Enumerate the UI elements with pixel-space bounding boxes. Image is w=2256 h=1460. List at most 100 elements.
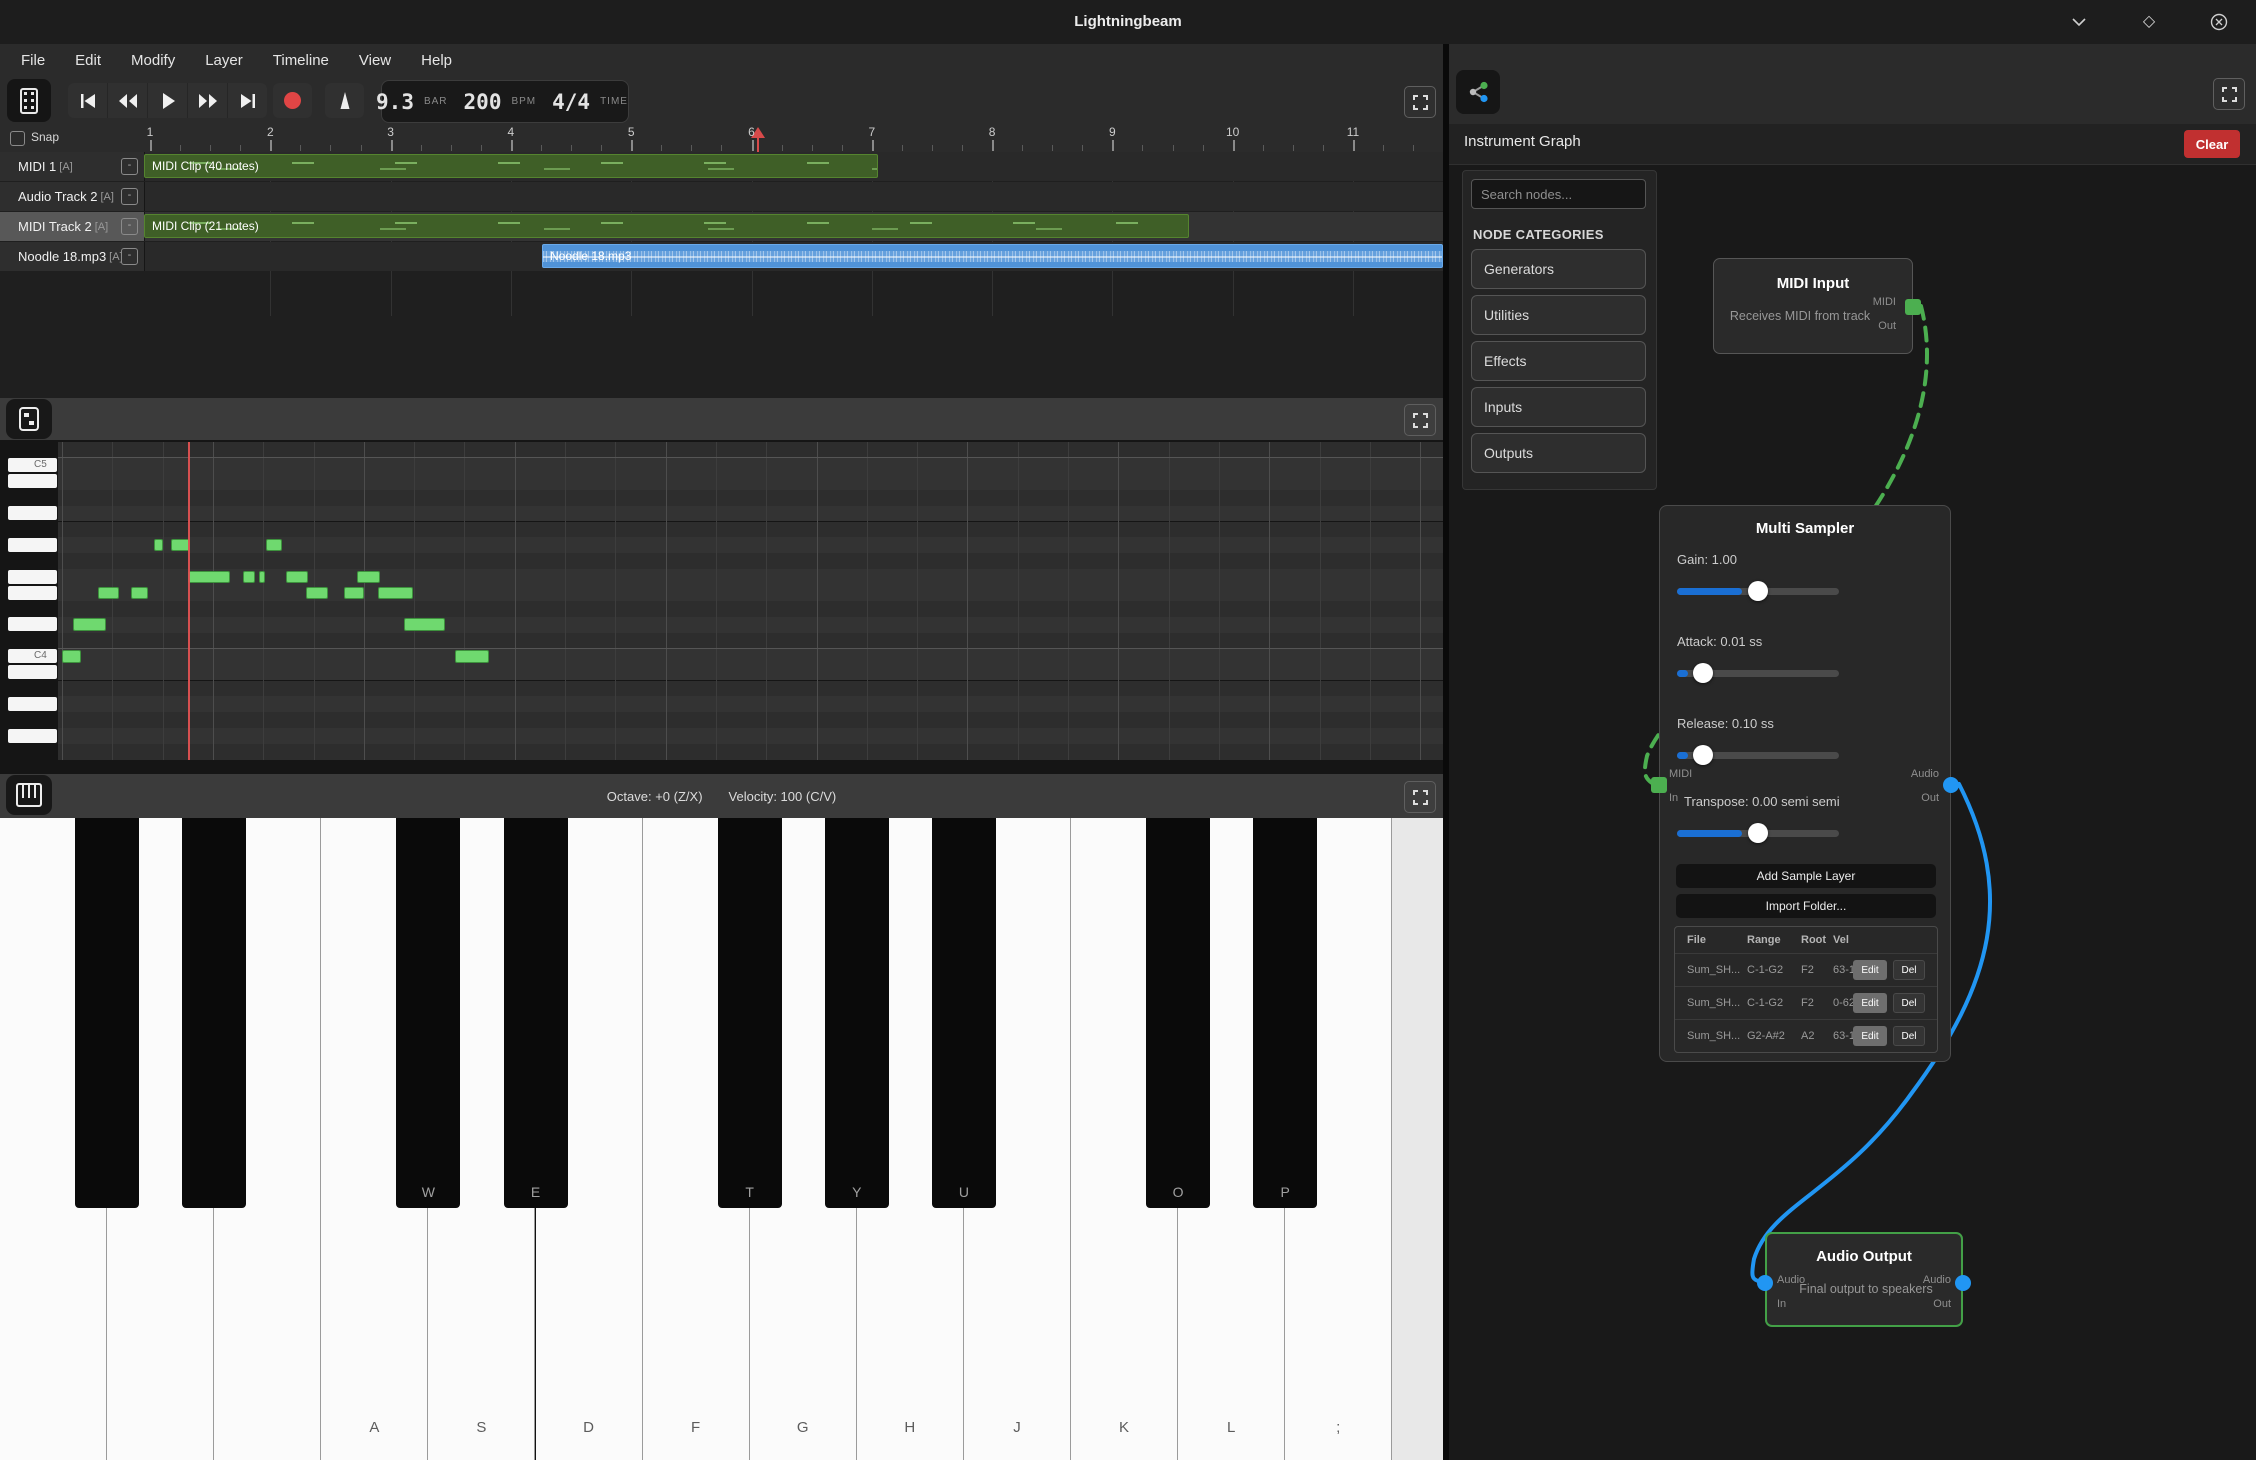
category-button-effects[interactable]: Effects	[1471, 341, 1646, 381]
midi-note[interactable]	[286, 571, 308, 584]
track-lane-1[interactable]: MIDI Clip (40 notes)	[145, 152, 1443, 181]
clip-audio[interactable]: Noodle 18.mp3	[542, 244, 1443, 268]
clear-button[interactable]: Clear	[2184, 130, 2240, 158]
timeline-ruler[interactable]: Snap 1234567891011	[0, 124, 1443, 153]
black-key[interactable]: T	[718, 818, 782, 1208]
slider-thumb[interactable]	[1748, 823, 1768, 843]
delete-button[interactable]: Del	[1893, 960, 1925, 980]
menu-item-help[interactable]: Help	[406, 44, 467, 78]
table-row[interactable]: Sum_SH...G2-A#2A263-1...EditDel	[1675, 1019, 1937, 1053]
param-slider[interactable]	[1677, 670, 1839, 677]
track-lane-4[interactable]: Noodle 18.mp3	[145, 242, 1443, 271]
keyboard-expand-button[interactable]	[1404, 781, 1436, 813]
roll-key-B4[interactable]	[8, 474, 57, 488]
node-midi-input[interactable]: MIDI Input Receives MIDI from track MIDI…	[1713, 258, 1913, 354]
track-lane-3[interactable]: MIDI Clip (21 notes)	[145, 212, 1443, 241]
roll-key-A4[interactable]	[8, 506, 57, 520]
clip-midi[interactable]: MIDI Clip (21 notes)	[144, 214, 1189, 238]
black-key[interactable]	[182, 818, 246, 1208]
midi-note[interactable]	[357, 571, 380, 584]
menu-item-timeline[interactable]: Timeline	[258, 44, 344, 78]
filmstrip-button[interactable]	[7, 79, 51, 122]
track-checkbox[interactable]: -	[121, 158, 138, 175]
midi-note[interactable]	[455, 650, 489, 663]
track-checkbox[interactable]: -	[121, 248, 138, 265]
skip-end-button[interactable]	[228, 83, 267, 118]
delete-button[interactable]: Del	[1893, 1026, 1925, 1046]
menu-item-layer[interactable]: Layer	[190, 44, 258, 78]
midi-note[interactable]	[344, 587, 364, 600]
roll-key-A3[interactable]	[8, 697, 57, 711]
midi-note[interactable]	[98, 587, 119, 600]
maximize-icon[interactable]: ◇	[2138, 2, 2160, 24]
search-input[interactable]	[1471, 179, 1646, 209]
fast-forward-button[interactable]	[188, 83, 228, 118]
table-row[interactable]: Sum_SH...C-1-G2F263-1...EditDel	[1675, 953, 1937, 987]
roll-key-B3[interactable]	[8, 665, 57, 679]
skip-start-button[interactable]	[68, 83, 108, 118]
track-header-3[interactable]: MIDI Track 2[A]-	[0, 212, 145, 241]
roll-key-C5[interactable]: C5	[8, 458, 57, 472]
midi-note[interactable]	[73, 618, 106, 631]
record-button[interactable]	[273, 83, 312, 118]
midi-note[interactable]	[378, 587, 413, 600]
edit-button[interactable]: Edit	[1853, 960, 1887, 980]
midi-out-port[interactable]	[1905, 299, 1921, 315]
roll-key-C4[interactable]: C4	[8, 649, 57, 663]
midi-note[interactable]	[306, 587, 328, 600]
midi-note[interactable]	[404, 618, 445, 631]
audio-in-port[interactable]	[1757, 1275, 1773, 1291]
slider-thumb[interactable]	[1748, 581, 1768, 601]
midi-note[interactable]	[243, 571, 255, 584]
graph-expand-button[interactable]	[2213, 78, 2245, 110]
track-lane-2[interactable]	[145, 182, 1443, 211]
minimize-icon[interactable]	[2068, 11, 2090, 33]
menu-item-modify[interactable]: Modify	[116, 44, 190, 78]
roll-key-F4[interactable]	[8, 570, 57, 584]
param-slider[interactable]	[1677, 752, 1839, 759]
midi-in-port[interactable]	[1651, 777, 1667, 793]
black-key[interactable]: P	[1253, 818, 1317, 1208]
midi-note[interactable]	[188, 571, 230, 584]
category-button-utilities[interactable]: Utilities	[1471, 295, 1646, 335]
track-header-1[interactable]: MIDI 1[A]-	[0, 152, 145, 181]
edit-button[interactable]: Edit	[1853, 993, 1887, 1013]
category-button-generators[interactable]: Generators	[1471, 249, 1646, 289]
white-key-partial[interactable]	[1392, 818, 1443, 1460]
timeline-expand-button[interactable]	[1404, 86, 1436, 118]
black-key[interactable]: W	[396, 818, 460, 1208]
black-key[interactable]: U	[932, 818, 996, 1208]
midi-note[interactable]	[266, 539, 282, 552]
roll-key-D4[interactable]	[8, 617, 57, 631]
slider-thumb[interactable]	[1693, 745, 1713, 765]
metronome-button[interactable]	[325, 83, 364, 118]
rewind-button[interactable]	[108, 83, 148, 118]
piano-roll-expand-button[interactable]	[1404, 404, 1436, 436]
node-audio-output[interactable]: Audio Output Final output to speakers Au…	[1765, 1232, 1963, 1327]
midi-note[interactable]	[62, 650, 81, 663]
roll-key-G3[interactable]	[8, 729, 57, 743]
node-multi-sampler[interactable]: Multi Sampler Gain: 1.00Attack: 0.01 ssR…	[1659, 505, 1951, 1062]
param-slider[interactable]	[1677, 830, 1839, 837]
edit-button[interactable]: Edit	[1853, 1026, 1887, 1046]
black-key[interactable]: E	[504, 818, 568, 1208]
node-graph-button[interactable]	[1456, 70, 1500, 114]
piano-roll-panel-button[interactable]	[6, 399, 52, 439]
close-icon[interactable]	[2208, 11, 2230, 33]
audio-out-port[interactable]	[1955, 1275, 1971, 1291]
audio-out-port[interactable]	[1943, 777, 1959, 793]
black-key[interactable]: O	[1146, 818, 1210, 1208]
clip-midi[interactable]: MIDI Clip (40 notes)	[144, 154, 878, 178]
midi-note[interactable]	[154, 539, 163, 552]
table-row[interactable]: Sum_SH...C-1-G2F20-62EditDel	[1675, 986, 1937, 1020]
track-header-4[interactable]: Noodle 18.mp3[A]-	[0, 242, 145, 271]
menu-item-file[interactable]: File	[6, 44, 60, 78]
roll-key-E4[interactable]	[8, 586, 57, 600]
roll-key-G4[interactable]	[8, 538, 57, 552]
snap-checkbox[interactable]	[10, 131, 25, 146]
delete-button[interactable]: Del	[1893, 993, 1925, 1013]
track-checkbox[interactable]: -	[121, 188, 138, 205]
virtual-keyboard[interactable]: ASDFGHJKL;WETYUOP	[0, 818, 1443, 1460]
import-folder-button[interactable]: Import Folder...	[1676, 894, 1936, 918]
menu-item-view[interactable]: View	[344, 44, 406, 78]
